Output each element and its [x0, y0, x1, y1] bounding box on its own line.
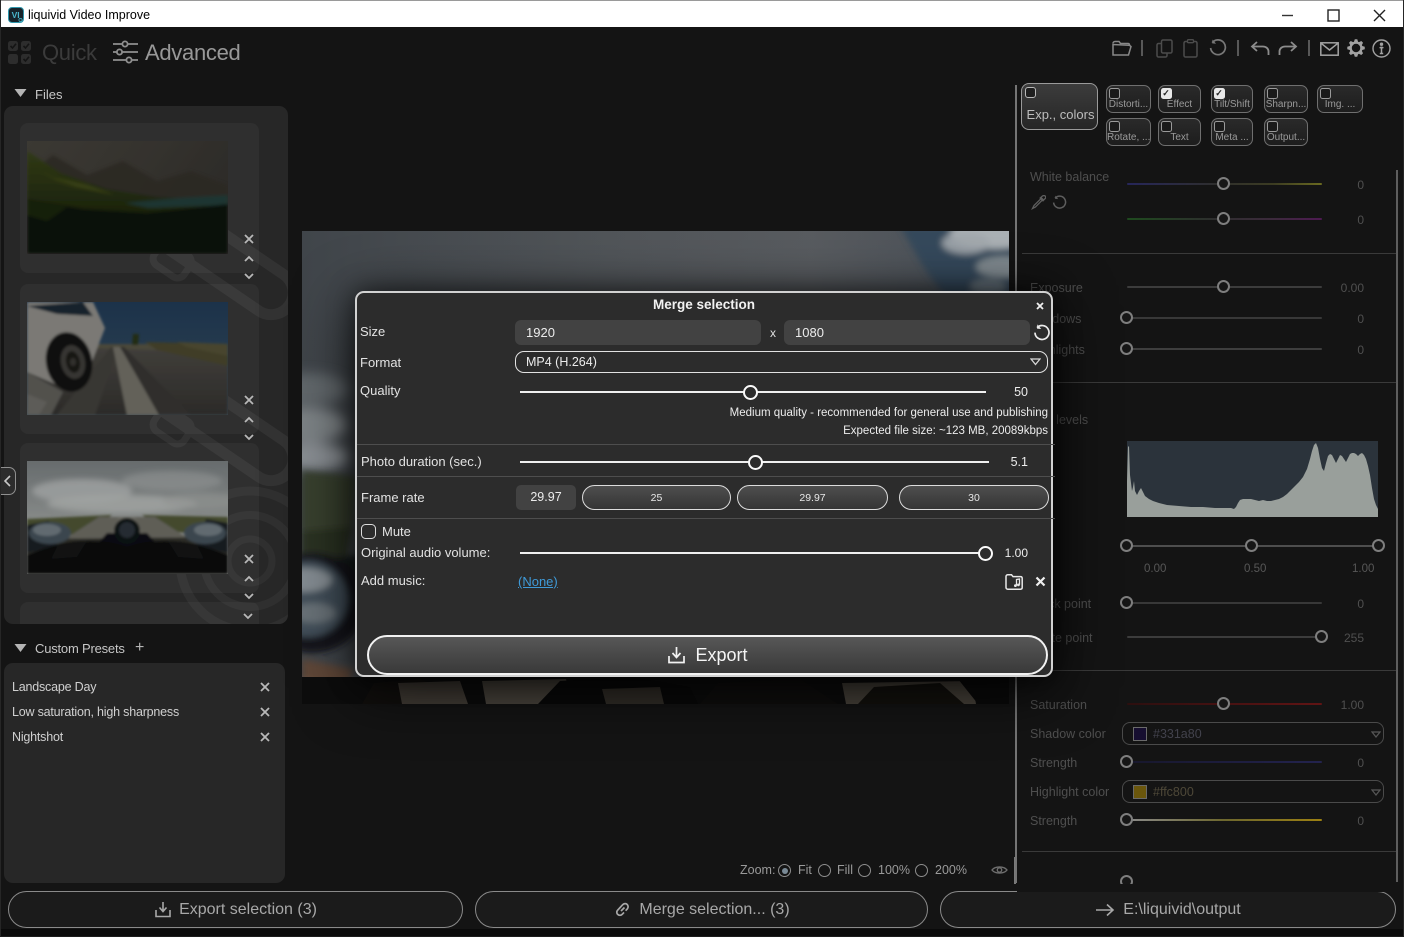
svg-text:VI: VI — [12, 10, 20, 20]
